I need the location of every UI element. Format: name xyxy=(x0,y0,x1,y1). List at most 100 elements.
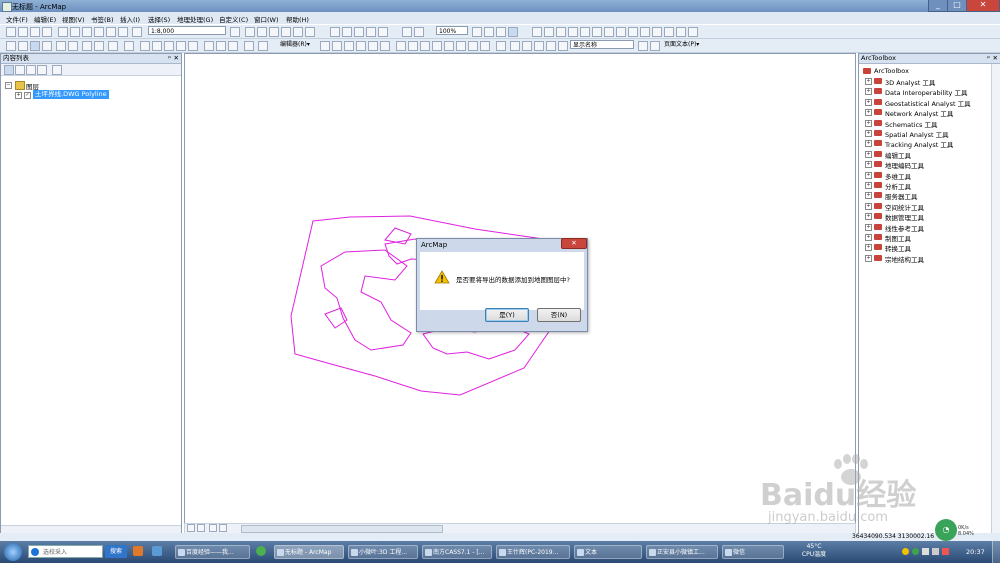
toc-window-icon[interactable] xyxy=(245,27,255,37)
find-icon[interactable] xyxy=(204,41,214,51)
menu-bookmarks[interactable]: 书签(B) xyxy=(91,14,114,24)
end-point-arc-icon[interactable] xyxy=(356,41,366,51)
cut-polygons-icon[interactable] xyxy=(420,41,430,51)
layout-tool-3-icon[interactable] xyxy=(354,27,364,37)
undo-icon[interactable] xyxy=(106,27,116,37)
layout-tool-4-icon[interactable] xyxy=(366,27,376,37)
first-page-icon[interactable] xyxy=(546,41,556,51)
list-by-source-icon[interactable] xyxy=(15,65,25,75)
collapse-icon[interactable]: − xyxy=(5,82,12,89)
layout-view-icon[interactable] xyxy=(197,524,205,532)
snapping-4-icon[interactable] xyxy=(568,27,578,37)
snapping-13-icon[interactable] xyxy=(676,27,686,37)
layout-tool-1-icon[interactable] xyxy=(330,27,340,37)
pause-drawing-icon[interactable] xyxy=(219,524,227,532)
layout-tool-6-icon[interactable] xyxy=(402,27,412,37)
tray-app-3-icon[interactable] xyxy=(942,548,949,555)
snapping-2-icon[interactable] xyxy=(544,27,554,37)
snapping-10-icon[interactable] xyxy=(640,27,650,37)
attributes-icon[interactable] xyxy=(456,41,466,51)
expand-icon[interactable]: + xyxy=(865,119,872,127)
expand-icon[interactable]: + xyxy=(865,140,872,148)
create-features-icon[interactable] xyxy=(480,41,490,51)
expand-icon[interactable]: + xyxy=(865,182,872,189)
start-button[interactable] xyxy=(4,543,22,561)
reshape-icon[interactable] xyxy=(408,41,418,51)
pan-icon[interactable] xyxy=(30,41,40,51)
minimize-button[interactable]: _ xyxy=(928,0,948,12)
layout-tool-8-icon[interactable] xyxy=(472,27,482,37)
label-manager-icon[interactable] xyxy=(510,41,520,51)
expand-icon[interactable]: + xyxy=(865,150,872,158)
new-document-icon[interactable] xyxy=(6,27,16,37)
clock[interactable]: 20:37 xyxy=(966,548,985,556)
last-page-icon[interactable] xyxy=(650,41,660,51)
prev-page-icon[interactable] xyxy=(558,41,568,51)
select-features-icon[interactable] xyxy=(108,41,118,51)
data-view-icon[interactable] xyxy=(187,524,195,532)
no-button[interactable]: 否(N) xyxy=(537,308,581,322)
list-by-drawing-order-icon[interactable] xyxy=(4,65,14,75)
layer-visibility-checkbox[interactable]: ✓ xyxy=(24,92,31,99)
horizontal-scrollbar[interactable] xyxy=(241,525,443,533)
layout-tool-2-icon[interactable] xyxy=(342,27,352,37)
toc-close-icon[interactable]: ✕ xyxy=(174,54,179,63)
menu-help[interactable]: 帮助(H) xyxy=(286,14,309,24)
back-extent-icon[interactable] xyxy=(82,41,92,51)
edit-annotation-icon[interactable] xyxy=(332,41,342,51)
trace-icon[interactable] xyxy=(368,41,378,51)
dialog-close-button[interactable]: ✕ xyxy=(561,238,587,249)
refresh-icon[interactable] xyxy=(209,524,217,532)
tray-app-1-icon[interactable] xyxy=(902,548,909,555)
snapping-14-icon[interactable] xyxy=(688,27,698,37)
menu-customize[interactable]: 自定义(C) xyxy=(219,14,248,24)
snapping-8-icon[interactable] xyxy=(616,27,626,37)
menu-view[interactable]: 视图(V) xyxy=(62,14,85,24)
yes-button[interactable]: 是(Y) xyxy=(485,308,529,322)
expand-icon[interactable]: + xyxy=(865,254,872,262)
edit-tool-icon[interactable] xyxy=(320,41,330,51)
close-button[interactable]: ✕ xyxy=(966,0,1000,12)
label-tool-2-icon[interactable] xyxy=(522,41,532,51)
task-arcmap[interactable]: 无标题 - ArcMap xyxy=(274,545,344,559)
display-name-select[interactable]: 显示名称 xyxy=(570,40,634,49)
toc-layer-label[interactable]: 土坪界线.DWG Polyline xyxy=(33,90,109,99)
fixed-zoom-in-icon[interactable] xyxy=(56,41,66,51)
search-button[interactable]: 搜索 xyxy=(105,545,127,558)
snapping-icon[interactable] xyxy=(532,27,542,37)
task-baidu-jingyan[interactable]: 百度经验——我... xyxy=(175,545,250,559)
html-popup-icon[interactable] xyxy=(176,41,186,51)
full-extent-icon[interactable] xyxy=(42,41,52,51)
snapping-5-icon[interactable] xyxy=(580,27,590,37)
menu-windows[interactable]: 窗口(W) xyxy=(254,14,279,24)
measure-icon[interactable] xyxy=(188,41,198,51)
layout-tool-5-icon[interactable] xyxy=(378,27,388,37)
menu-geoprocessing[interactable]: 地理处理(G) xyxy=(177,14,213,24)
expand-icon[interactable]: + xyxy=(865,171,872,179)
add-data-icon[interactable] xyxy=(132,27,142,37)
redo-icon[interactable] xyxy=(118,27,128,37)
pinned-app-2-icon[interactable] xyxy=(152,546,162,556)
show-desktop-button[interactable] xyxy=(992,541,1000,563)
expand-icon[interactable]: + xyxy=(865,88,872,96)
scale-select[interactable]: 1:8,000 xyxy=(148,26,226,35)
paste-icon[interactable] xyxy=(82,27,92,37)
layout-tool-9-icon[interactable] xyxy=(484,27,494,37)
copy-icon[interactable] xyxy=(70,27,80,37)
snapping-3-icon[interactable] xyxy=(556,27,566,37)
edit-vertices-icon[interactable] xyxy=(396,41,406,51)
toc-options-icon[interactable] xyxy=(52,65,62,75)
expand-icon[interactable]: + xyxy=(865,213,872,221)
editor-toolbar-icon[interactable] xyxy=(230,27,240,37)
catalog-window-icon[interactable] xyxy=(257,27,267,37)
network-icon[interactable] xyxy=(922,548,929,555)
hyperlink-icon[interactable] xyxy=(164,41,174,51)
pinned-app-1-icon[interactable] xyxy=(133,546,143,556)
expand-icon[interactable]: + xyxy=(865,130,872,137)
task-zhengan[interactable]: 正安县小微镇工... xyxy=(646,545,718,559)
snapping-11-icon[interactable] xyxy=(652,27,662,37)
expand-icon[interactable]: + xyxy=(865,244,872,252)
expand-icon[interactable]: + xyxy=(865,109,872,117)
toc-pin-icon[interactable]: ᵖ xyxy=(168,54,171,63)
clear-selection-icon[interactable] xyxy=(124,41,134,51)
